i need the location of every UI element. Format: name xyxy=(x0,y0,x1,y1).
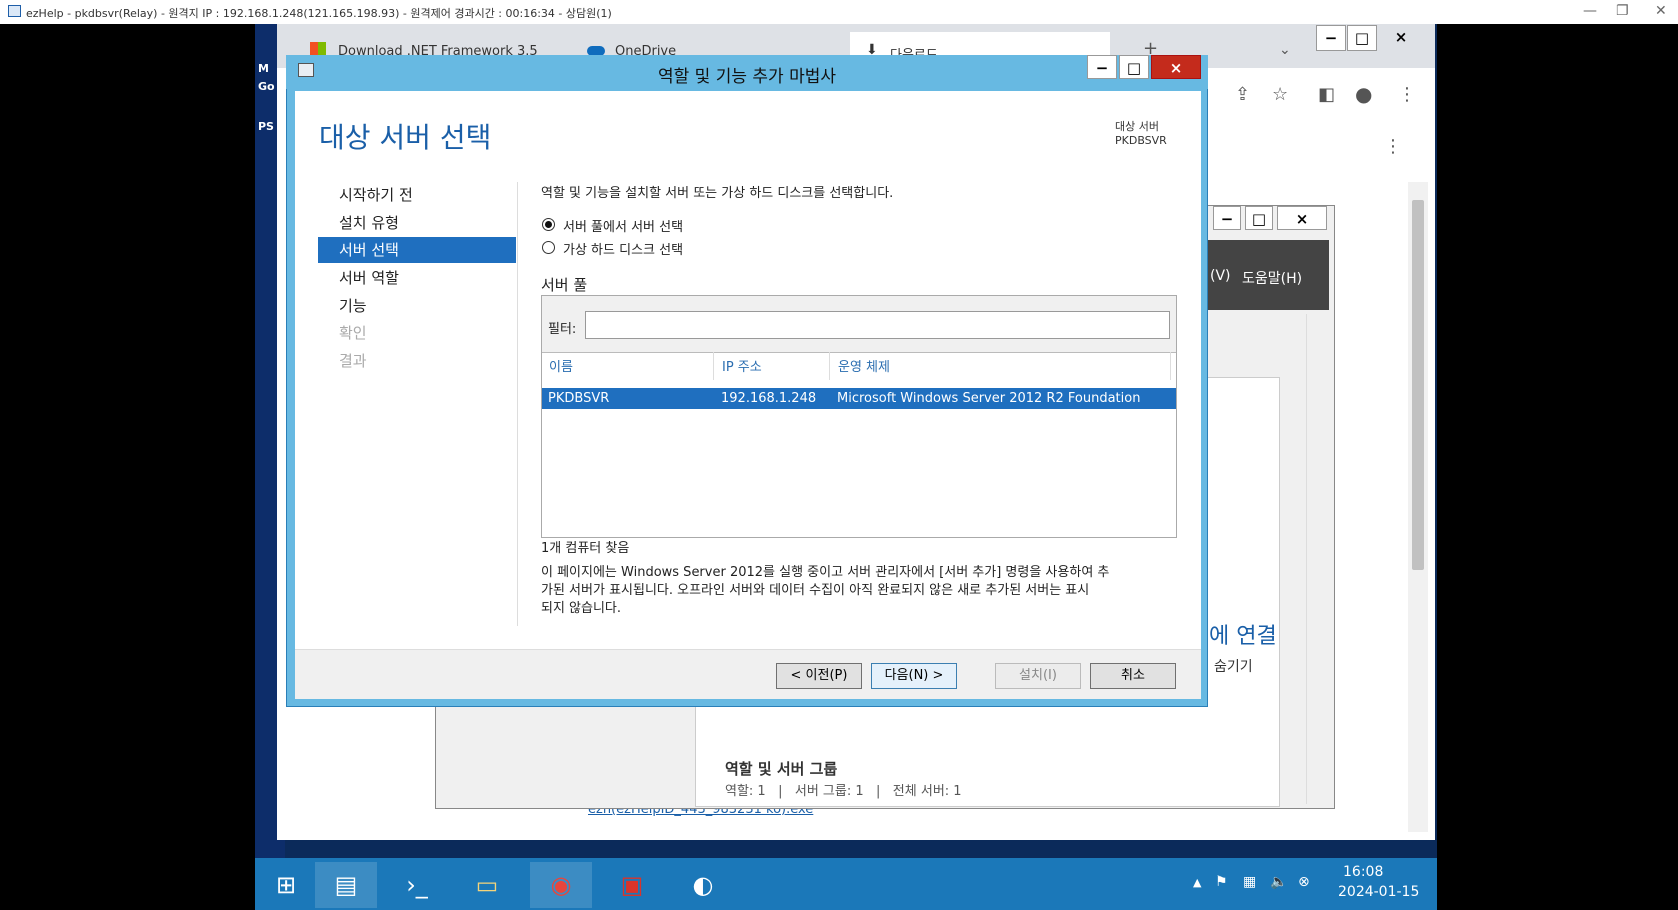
nav-installation-type[interactable]: 설치 유형 xyxy=(318,210,516,236)
server-manager-minimize-button[interactable]: − xyxy=(1213,206,1241,230)
previous-button[interactable]: < 이전(P) xyxy=(776,663,862,689)
found-count: 1개 컴퓨터 찾음 xyxy=(541,541,630,556)
column-header-name[interactable]: 이름 xyxy=(549,356,573,375)
wizard-titlebar: 역할 및 기능 추가 마법사 xyxy=(286,55,1208,89)
desktop-shortcut-label: Go xyxy=(258,80,275,93)
note-text-line: 되지 않습니다. xyxy=(541,601,622,616)
connect-link[interactable]: 에 연결 xyxy=(1209,618,1277,650)
pool-radio[interactable] xyxy=(542,218,555,231)
view-menu[interactable]: (V) xyxy=(1210,268,1231,284)
server-manager-maximize-button[interactable]: □ xyxy=(1245,206,1273,230)
roles-group-title: 역할 및 서버 그룹 xyxy=(725,760,838,778)
remote-session-titlebar: ezHelp - pkdbsvr(Relay) - 원격지 IP : 192.1… xyxy=(0,0,1678,24)
filter-input[interactable] xyxy=(585,311,1170,339)
browser-scrollbar-thumb[interactable] xyxy=(1412,200,1424,570)
minimize-button[interactable]: — xyxy=(1583,3,1597,19)
browser-menu-icon[interactable]: ⋮ xyxy=(1398,84,1416,105)
column-separator xyxy=(713,352,714,380)
instruction-text: 역할 및 기능을 설치할 서버 또는 가상 하드 디스크를 선택합니다. xyxy=(541,186,894,201)
volume-muted-icon[interactable]: 🔈 xyxy=(1270,874,1287,890)
tray-expand-icon[interactable]: ▲ xyxy=(1193,876,1201,889)
cancel-button[interactable]: 취소 xyxy=(1090,663,1176,689)
system-tray: ▲ ⚑ ▦ 🔈 ⊗ 16:08 2024-01-15 xyxy=(1190,862,1430,908)
share-icon[interactable]: ⇪ xyxy=(1235,84,1250,105)
filter-label: 필터: xyxy=(548,322,577,337)
row-server-os: Microsoft Windows Server 2012 R2 Foundat… xyxy=(837,391,1141,406)
nav-results: 결과 xyxy=(339,352,367,370)
wizard-close-button[interactable]: × xyxy=(1151,55,1201,79)
nav-divider xyxy=(517,182,518,626)
column-header-ip[interactable]: IP 주소 xyxy=(722,356,762,375)
desktop-shortcut-label: M xyxy=(258,62,269,75)
toolbox-taskbar-icon[interactable]: ▣ xyxy=(601,862,663,908)
browser-minimize-button[interactable]: − xyxy=(1316,25,1346,51)
column-separator xyxy=(1170,352,1171,380)
action-center-icon[interactable]: ⚑ xyxy=(1215,874,1228,890)
target-server-value: PKDBSVR xyxy=(1115,134,1167,147)
nav-confirmation: 확인 xyxy=(339,324,367,342)
column-header-os[interactable]: 운영 체제 xyxy=(838,356,890,375)
nav-features[interactable]: 기능 xyxy=(318,293,516,319)
nav-server-roles[interactable]: 서버 역할 xyxy=(318,265,516,291)
profile-avatar-icon[interactable]: ● xyxy=(1355,82,1372,106)
row-server-ip: 192.168.1.248 xyxy=(721,391,817,406)
wizard-minimize-button[interactable]: − xyxy=(1087,55,1117,79)
network-icon[interactable]: ▦ xyxy=(1243,874,1256,890)
help-menu[interactable]: 도움말(H) xyxy=(1242,268,1302,288)
browser-maximize-button[interactable]: □ xyxy=(1347,25,1377,51)
close-button[interactable]: ✕ xyxy=(1655,3,1667,19)
desktop-shortcut-label: PS xyxy=(258,120,274,133)
server-manager-menubar: (V) 도움말(H) xyxy=(1207,240,1329,310)
note-text-line: 이 페이지에는 Windows Server 2012를 실행 중이고 서버 관… xyxy=(541,565,1110,580)
nav-before-you-begin[interactable]: 시작하기 전 xyxy=(318,182,516,208)
server-manager-scrollbar[interactable] xyxy=(1306,314,1327,804)
chrome-taskbar-icon[interactable]: ◉ xyxy=(530,862,592,908)
remote-session-title: ezHelp - pkdbsvr(Relay) - 원격지 IP : 192.1… xyxy=(26,7,612,20)
target-server-label: 대상 서버 xyxy=(1115,120,1159,133)
tab-search-chevron-icon[interactable]: ⌄ xyxy=(1279,42,1291,58)
wizard-title: 역할 및 기능 추가 마법사 xyxy=(657,67,836,87)
server-manager-close-button[interactable]: × xyxy=(1277,206,1327,230)
microsoft-icon xyxy=(310,42,326,56)
hide-link[interactable]: 숨기기 xyxy=(1214,656,1253,676)
server-manager-taskbar-icon[interactable]: ▤ xyxy=(315,862,377,908)
row-server-name: PKDBSVR xyxy=(548,391,610,406)
clock-date: 2024-01-15 xyxy=(1338,884,1420,900)
powershell-taskbar-icon[interactable]: ›_ xyxy=(386,862,448,908)
pool-radio-label[interactable]: 서버 풀에서 서버 선택 xyxy=(563,216,683,235)
browser-close-button[interactable]: × xyxy=(1386,25,1416,51)
clock-time: 16:08 xyxy=(1343,864,1384,880)
next-button[interactable]: 다음(N) > xyxy=(871,663,957,689)
nav-server-selection[interactable]: 서버 선택 xyxy=(318,237,516,263)
note-text-line: 가된 서버가 표시됩니다. 오프라인 서버와 데이터 수집이 아직 완료되지 않… xyxy=(541,583,1090,598)
install-button: 설치(I) xyxy=(995,663,1081,689)
start-button-icon[interactable]: ⊞ xyxy=(255,862,317,908)
ezhelp-app-icon xyxy=(8,5,21,17)
vhd-radio[interactable] xyxy=(542,241,555,254)
wizard-maximize-button[interactable]: □ xyxy=(1119,55,1149,79)
side-panel-icon[interactable]: ◧ xyxy=(1318,84,1335,105)
server-pool-heading: 서버 풀 xyxy=(541,276,588,294)
page-heading: 대상 서버 선택 xyxy=(319,121,492,154)
page-menu-icon[interactable]: ⋮ xyxy=(1384,136,1402,157)
restore-button[interactable]: ❐ xyxy=(1616,3,1629,19)
file-explorer-taskbar-icon[interactable]: ▭ xyxy=(456,862,518,908)
ezhelp-taskbar-icon[interactable]: ◐ xyxy=(672,862,734,908)
bookmark-star-icon[interactable]: ☆ xyxy=(1272,84,1288,105)
roles-group-stats: 역할: 1 | 서버 그룹: 1 | 전체 서버: 1 xyxy=(725,784,962,799)
column-separator xyxy=(829,352,830,380)
close-circle-icon[interactable]: ⊗ xyxy=(1298,874,1310,890)
vhd-radio-label[interactable]: 가상 하드 디스크 선택 xyxy=(563,239,683,258)
